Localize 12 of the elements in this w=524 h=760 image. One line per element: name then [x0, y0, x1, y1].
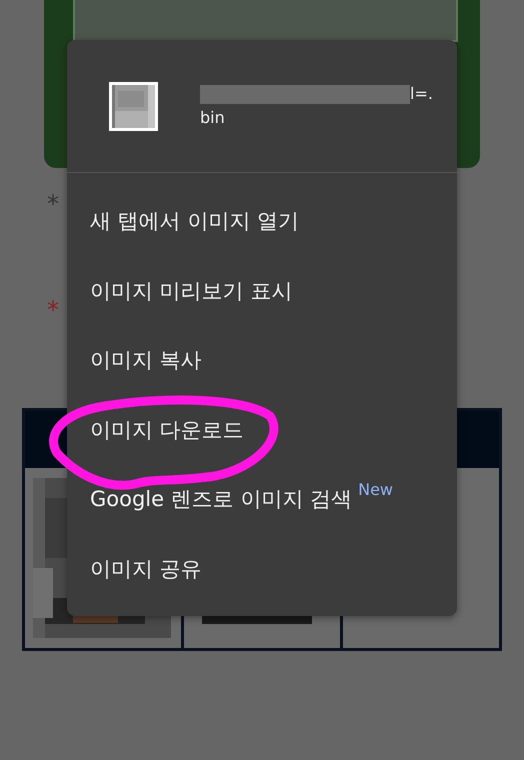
menu-item[interactable]: Google 렌즈로 이미지 검색 New [67, 465, 457, 534]
input-field[interactable] [73, 0, 458, 42]
menu-item[interactable]: 이미지 공유 [67, 534, 457, 604]
new-label: New [358, 479, 393, 501]
file-name: l=. [410, 84, 433, 103]
required-mark: * [47, 192, 60, 216]
menu-item[interactable]: 이미지 복사 [67, 326, 457, 396]
menu-item[interactable]: 이미지 다운로드 [67, 396, 457, 465]
file-name: bin [200, 107, 226, 129]
menu-item[interactable]: 새 탭에서 이미지 열기 [67, 187, 457, 256]
menu-item[interactable]: 이미지 미리보기 표시 [67, 256, 457, 326]
required-mark: * [47, 298, 60, 322]
